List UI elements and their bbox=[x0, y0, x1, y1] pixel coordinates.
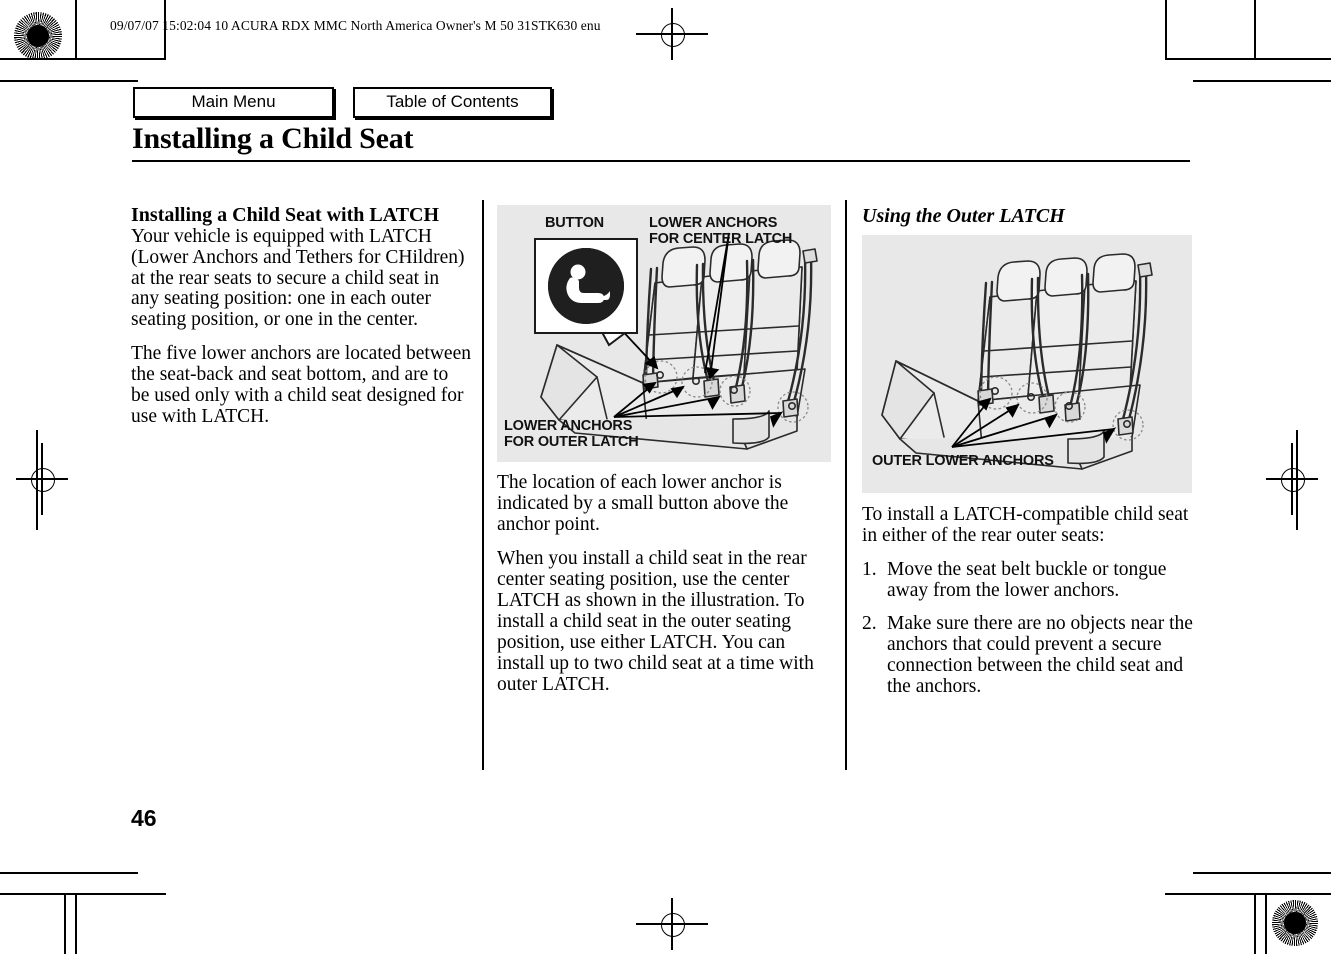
trim-line-left bbox=[36, 430, 38, 530]
print-header-info: 09/07/07 15:02:04 10 ACURA RDX MMC North… bbox=[110, 18, 601, 33]
button-callout-box bbox=[534, 238, 638, 334]
figure-label-outer-latch: LOWER ANCHORS FOR OUTER LATCH bbox=[504, 418, 639, 451]
figure-label-outer-lower-anchors: OUTER LOWER ANCHORS bbox=[872, 453, 1054, 469]
registration-rosette-bottom-right bbox=[1272, 900, 1318, 946]
left-column-heading: Installing a Child Seat with LATCH bbox=[131, 204, 440, 226]
crop-mark-top-right-outer-vertical bbox=[1254, 0, 1256, 60]
instruction-steps-list: 1. Move the seat belt buckle or tongue a… bbox=[862, 558, 1194, 698]
crop-mark-bottom-left-vertical bbox=[64, 893, 66, 954]
crop-mark-bottom-left-outer-vertical bbox=[75, 893, 77, 954]
list-item: 2. Make sure there are no objects near t… bbox=[862, 612, 1194, 698]
crop-mark-top-left-outer-horizontal bbox=[0, 80, 138, 82]
main-menu-button[interactable]: Main Menu bbox=[133, 87, 334, 118]
title-divider-rule bbox=[132, 160, 1190, 163]
registration-target-top bbox=[636, 8, 708, 60]
step-text: Make sure there are no objects near the … bbox=[887, 612, 1193, 697]
registration-rosette-top-left bbox=[14, 12, 62, 60]
registration-target-bottom bbox=[636, 898, 708, 950]
column-divider-right bbox=[845, 200, 848, 770]
crop-mark-top-right-horizontal bbox=[1165, 58, 1331, 60]
trim-line-right bbox=[1296, 430, 1298, 530]
middle-column-paragraph-2: When you install a child seat in the rea… bbox=[497, 547, 814, 695]
middle-column: BUTTON LOWER ANCHORS FOR CENTER LATCH LO… bbox=[497, 205, 834, 709]
step-number: 1. bbox=[862, 558, 877, 580]
crop-mark-bottom-right-outer-horizontal bbox=[1193, 872, 1331, 874]
middle-column-paragraph-1: The location of each lower anchor is ind… bbox=[497, 472, 789, 535]
right-column-intro: To install a LATCH-compatible child seat… bbox=[862, 504, 1189, 546]
registration-target-right bbox=[1266, 443, 1318, 515]
step-number: 2. bbox=[862, 612, 877, 634]
step-text: Move the seat belt buckle or tongue away… bbox=[887, 558, 1167, 601]
page-title: Installing a Child Seat bbox=[132, 122, 414, 155]
crop-mark-bottom-right-horizontal bbox=[1165, 893, 1331, 895]
right-column-heading: Using the Outer LATCH bbox=[862, 205, 1065, 227]
crop-mark-bottom-right-outer-vertical bbox=[1254, 893, 1256, 954]
figure-outer-lower-anchors: OUTER LOWER ANCHORS bbox=[862, 235, 1192, 493]
left-column: Installing a Child Seat with LATCH Your … bbox=[131, 204, 471, 441]
column-divider-left bbox=[482, 200, 485, 770]
crop-mark-bottom-right-vertical bbox=[1265, 893, 1267, 954]
table-of-contents-button[interactable]: Table of Contents bbox=[353, 87, 552, 118]
list-item: 1. Move the seat belt buckle or tongue a… bbox=[862, 558, 1194, 602]
right-column: Using the Outer LATCH OUTER LOWER ANCHOR… bbox=[862, 205, 1194, 710]
left-column-paragraph-2: The five lower anchors are located betwe… bbox=[131, 343, 471, 428]
crop-mark-bottom-left-outer-horizontal bbox=[0, 872, 138, 874]
figure-label-button: BUTTON bbox=[545, 215, 604, 231]
registration-target-left bbox=[16, 443, 68, 515]
crop-mark-top-right-outer-horizontal bbox=[1193, 80, 1331, 82]
child-seat-symbol-icon bbox=[548, 248, 624, 324]
page-number: 46 bbox=[131, 805, 157, 831]
crop-mark-bottom-left-horizontal bbox=[0, 893, 166, 895]
left-column-paragraph-1: Your vehicle is equipped with LATCH (Low… bbox=[131, 225, 465, 331]
figure-latch-anchor-locations: BUTTON LOWER ANCHORS FOR CENTER LATCH LO… bbox=[497, 205, 831, 462]
crop-mark-top-left-outer-vertical bbox=[75, 0, 77, 60]
navigation-bar: Main Menu Table of Contents bbox=[133, 87, 552, 118]
figure-label-center-latch: LOWER ANCHORS FOR CENTER LATCH bbox=[649, 215, 793, 248]
crop-mark-top-right-vertical bbox=[1165, 0, 1167, 60]
crop-mark-top-left-horizontal bbox=[0, 58, 166, 60]
